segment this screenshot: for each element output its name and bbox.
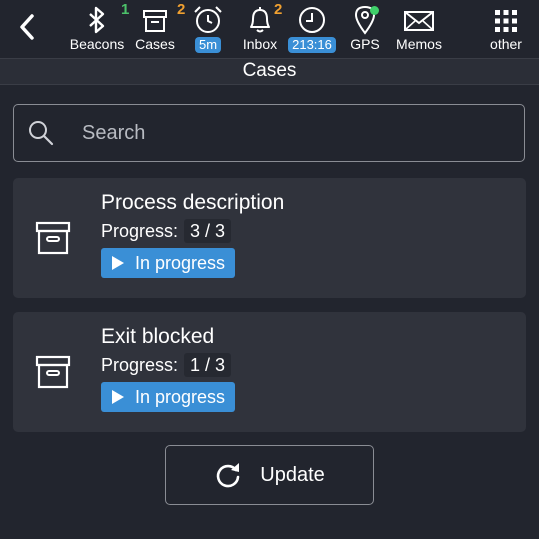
chevron-left-icon bbox=[20, 14, 34, 40]
nav-cases[interactable]: 2 Cases bbox=[133, 0, 185, 58]
case-card[interactable]: Exit blocked Progress: 1 / 3 In progress bbox=[13, 312, 526, 432]
play-icon bbox=[112, 390, 124, 404]
envelope-icon bbox=[404, 11, 434, 31]
search-icon bbox=[29, 121, 54, 146]
cases-badge: 2 bbox=[177, 1, 186, 18]
update-label: Update bbox=[260, 463, 325, 486]
progress-label: Progress: bbox=[101, 355, 179, 375]
memos-label: Memos bbox=[396, 36, 442, 52]
page-title: Cases bbox=[0, 58, 539, 85]
alarm-timer-value: 5m bbox=[194, 37, 222, 53]
back-button[interactable] bbox=[14, 13, 40, 41]
bell-icon bbox=[250, 7, 270, 33]
nav-alarm-timer[interactable]: 5m bbox=[188, 0, 228, 58]
refresh-icon bbox=[217, 463, 240, 488]
status-label: In progress bbox=[135, 252, 226, 273]
progress-label: Progress: bbox=[101, 221, 179, 241]
session-clock-value: 213:16 bbox=[288, 37, 336, 53]
gps-label: GPS bbox=[350, 36, 380, 52]
archive-box-icon bbox=[35, 221, 71, 255]
alarm-clock-icon bbox=[194, 6, 222, 33]
nav-inbox[interactable]: 2 Inbox bbox=[240, 0, 283, 58]
nav-beacons[interactable]: 1 Beacons bbox=[68, 0, 130, 58]
bluetooth-icon bbox=[89, 6, 105, 34]
case-progress: Progress: 3 / 3 bbox=[101, 219, 232, 243]
progress-value: 1 / 3 bbox=[184, 353, 232, 377]
nav-other-menu[interactable]: other bbox=[484, 0, 528, 58]
archive-box-icon bbox=[143, 10, 167, 32]
play-icon bbox=[112, 256, 124, 270]
status-badge: In progress bbox=[101, 248, 236, 278]
update-button[interactable]: Update bbox=[165, 445, 374, 505]
inbox-badge: 2 bbox=[274, 1, 283, 18]
case-title: Exit blocked bbox=[101, 325, 215, 348]
case-progress: Progress: 1 / 3 bbox=[101, 353, 232, 377]
search-placeholder: Search bbox=[82, 121, 146, 144]
clock-icon bbox=[299, 7, 325, 33]
grid-menu-icon bbox=[495, 10, 517, 32]
search-input[interactable]: Search bbox=[13, 104, 525, 162]
beacons-label: Beacons bbox=[69, 36, 125, 52]
progress-value: 3 / 3 bbox=[184, 219, 232, 243]
case-card[interactable]: Process description Progress: 3 / 3 In p… bbox=[13, 178, 526, 298]
nav-memos[interactable]: Memos bbox=[392, 0, 446, 58]
inbox-label: Inbox bbox=[242, 36, 278, 52]
nav-gps[interactable]: GPS bbox=[346, 0, 384, 58]
status-label: In progress bbox=[135, 386, 226, 407]
other-label: other bbox=[490, 36, 522, 52]
archive-box-icon bbox=[35, 355, 71, 389]
case-title: Process description bbox=[101, 191, 285, 214]
beacons-badge: 1 bbox=[121, 1, 130, 18]
nav-session-clock[interactable]: 213:16 bbox=[285, 0, 339, 58]
top-navigation-bar: 1 Beacons 2 Cases 5m 2 Inbox 213:16 GPS … bbox=[0, 0, 539, 58]
status-badge: In progress bbox=[101, 382, 236, 412]
cases-label: Cases bbox=[135, 36, 175, 52]
gps-status-dot bbox=[370, 6, 379, 15]
